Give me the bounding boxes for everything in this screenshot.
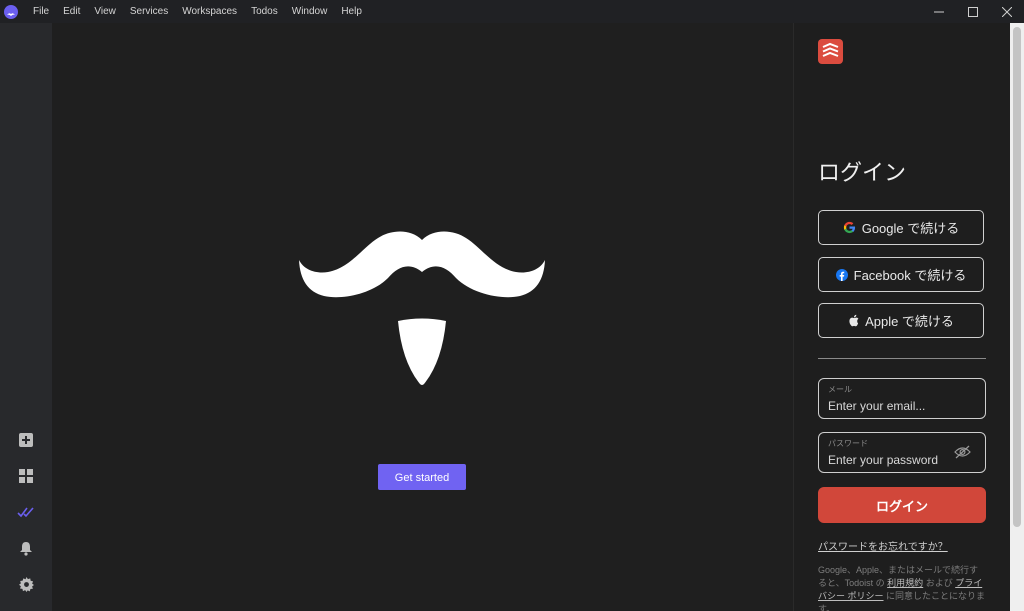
menu-workspaces[interactable]: Workspaces (175, 0, 244, 23)
menu-bar: File Edit View Services Workspaces Todos… (26, 0, 369, 23)
menu-services[interactable]: Services (123, 0, 175, 23)
forgot-password-link[interactable]: パスワードをお忘れですか？ (818, 538, 948, 553)
scrollbar-thumb[interactable] (1013, 27, 1021, 527)
get-started-button[interactable]: Get started (378, 464, 466, 490)
sidebar-rail (0, 23, 52, 611)
add-workspace-icon[interactable] (16, 430, 36, 450)
minimize-icon[interactable] (922, 0, 956, 23)
welcome-area: Get started (52, 23, 793, 611)
menu-view[interactable]: View (87, 0, 123, 23)
google-login-label: Google で続ける (861, 221, 960, 236)
workspaces-grid-icon[interactable] (16, 466, 36, 486)
todos-icon[interactable] (16, 502, 36, 522)
email-label: メール (828, 385, 852, 394)
menu-edit[interactable]: Edit (56, 0, 87, 23)
panel-scrollbar[interactable] (1010, 23, 1024, 611)
email-input[interactable] (828, 398, 976, 414)
password-input[interactable] (828, 452, 940, 468)
menu-help[interactable]: Help (334, 0, 369, 23)
legal-notice: Google、Apple、またはメールで続行すると、Todoist の 利用規約… (818, 564, 986, 611)
divider (818, 358, 986, 359)
menu-file[interactable]: File (26, 0, 56, 23)
todoist-logo-icon (818, 39, 843, 64)
notifications-icon[interactable] (16, 538, 36, 558)
toggle-password-visibility-icon[interactable] (954, 445, 971, 464)
google-login-button[interactable]: Google で続ける (818, 210, 984, 245)
goatee-logo-icon (398, 318, 446, 385)
mustache-logo-icon (299, 231, 545, 298)
apple-login-label: Apple で続ける (865, 314, 954, 329)
todoist-login-panel: ログイン Google で続ける Facebook で続ける Apple で続け… (793, 23, 1011, 611)
app-logo-icon[interactable] (4, 4, 18, 19)
legal-text-2: および (923, 578, 956, 588)
window-controls (922, 0, 1024, 23)
settings-icon[interactable] (16, 574, 36, 594)
menu-window[interactable]: Window (285, 0, 335, 23)
password-label: パスワード (828, 439, 868, 448)
facebook-login-label: Facebook で続ける (853, 268, 967, 283)
title-bar: File Edit View Services Workspaces Todos… (0, 0, 1024, 23)
password-field[interactable]: パスワード (818, 432, 986, 473)
facebook-login-button[interactable]: Facebook で続ける (818, 257, 984, 292)
close-icon[interactable] (990, 0, 1024, 23)
login-submit-button[interactable]: ログイン (818, 487, 986, 523)
maximize-icon[interactable] (956, 0, 990, 23)
login-heading: ログイン (818, 160, 907, 185)
menu-todos[interactable]: Todos (244, 0, 285, 23)
apple-login-button[interactable]: Apple で続ける (818, 303, 984, 338)
terms-link[interactable]: 利用規約 (887, 578, 923, 588)
facebook-icon (835, 268, 848, 281)
app-window: File Edit View Services Workspaces Todos… (0, 0, 1024, 611)
google-icon (843, 221, 856, 234)
email-field[interactable]: メール (818, 378, 986, 419)
apple-icon (848, 314, 859, 327)
